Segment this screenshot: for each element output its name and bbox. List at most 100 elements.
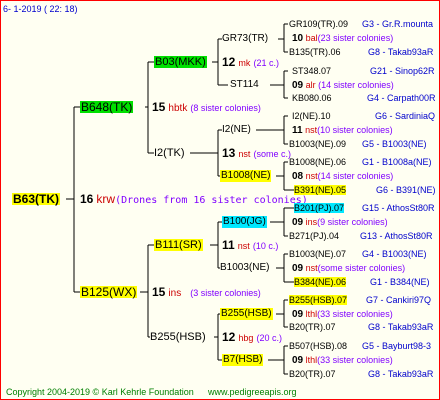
g2-note-3: (20 c.) [256, 333, 283, 343]
g4-row-5[interactable]: B1003(NE).09 [289, 138, 346, 150]
g4-code-13: G8 - Takab93aR [368, 322, 434, 332]
root-breed: krw [96, 192, 116, 206]
g4-name-15: B20(TR).07 [289, 369, 336, 379]
g3-count-2: 11 [292, 125, 303, 136]
g4-row-15[interactable]: B20(TR).07 [289, 368, 336, 380]
g3-count-7: 09 [292, 355, 304, 366]
g4-row-10[interactable]: B1003(NE).07 [289, 248, 346, 260]
g3-count-5: 09 [292, 263, 304, 274]
g3-node-3[interactable]: B1008(NE) [220, 170, 272, 182]
g3-info-5: 09 nst(some sister colonies) [292, 262, 405, 275]
g4-row-0[interactable]: GR109(TR).09 [289, 18, 348, 30]
g3-node-4[interactable]: B100(JG) [222, 216, 267, 228]
g4-name-12: B255(HSB).07 [289, 295, 348, 305]
g4-code-15: G8 - Takab93aR [368, 369, 434, 379]
root-queen[interactable]: B63(TK) [12, 193, 61, 205]
g4-row-13[interactable]: B20(TR).07 [289, 321, 336, 333]
g1-node-0[interactable]: B648(TK) [80, 101, 134, 113]
footer-copyright: Copyright 2004-2019 © Karl Kehrle Founda… [6, 387, 194, 397]
g2-breed-2: nst [237, 241, 250, 251]
g4-code-2: G21 - Sinop62R [370, 66, 435, 76]
g3-breed-1: alr [305, 80, 316, 90]
g4-name-6: B1008(NE).06 [289, 157, 347, 167]
g4-code-5: G5 - B1003(NE) [362, 139, 427, 149]
g2-info-0: 12 mk (21 c.) [222, 56, 279, 69]
g3-note-0: (23 sister colonies) [317, 33, 394, 43]
g2-count-2: 11 [222, 238, 235, 252]
g2-node-2[interactable]: B111(SR) [154, 239, 203, 251]
g4-code-12: G7 - Cankiri97Q [366, 295, 432, 305]
g1-count-1: 15 [152, 285, 166, 299]
g4-row-6[interactable]: B1008(NE).06 [289, 156, 346, 168]
g1-note-1: (3 sister colonies) [190, 288, 261, 298]
g1-note-0: (8 sister colonies) [190, 103, 261, 113]
g3-breed-0: bal [305, 33, 318, 43]
g3-node-7[interactable]: B7(HSB) [222, 354, 264, 366]
g4-code-11: G1 - B384(NE) [370, 277, 430, 287]
g4-code-4: G6 - SardiniaQ [375, 111, 436, 121]
g3-note-1: (14 sister colonies) [318, 80, 394, 90]
g4-name-11: B384(NE).06 [294, 277, 347, 287]
g4-row-14[interactable]: B507(HSB).08 [289, 340, 347, 352]
g3-count-6: 09 [292, 309, 304, 320]
g3-node-6[interactable]: B255(HSB) [220, 308, 273, 320]
g1-info-1: 15 ins (3 sister colonies) [152, 286, 261, 300]
g3-note-3: (14 sister colonies) [317, 171, 394, 181]
g3-info-1: 09 alr (14 sister colonies) [292, 79, 394, 92]
g4-name-3: KB080.06 [292, 93, 332, 103]
g1-node-1[interactable]: B125(WX) [80, 286, 138, 298]
g3-breed-5: nst [305, 263, 318, 273]
g3-node-1[interactable]: ST114 [230, 79, 259, 91]
g2-node-0[interactable]: B03(MKK) [154, 56, 207, 68]
g4-code-1: G8 - Takab93aR [368, 47, 434, 57]
g3-note-7: (33 sister colonies) [317, 355, 393, 365]
g4-row-3[interactable]: KB080.06 [292, 92, 332, 104]
g4-name-14: B507(HSB).08 [289, 341, 348, 351]
g3-note-2: (10 sister colonies) [317, 125, 393, 135]
g3-breed-3: nst [305, 171, 318, 181]
g4-name-1: B135(TR).06 [289, 47, 341, 57]
g4-row-2[interactable]: ST348.07 [292, 65, 331, 77]
g1-breed-1: ins [168, 288, 182, 299]
g2-node-1[interactable]: I2(TK) [154, 147, 185, 159]
g3-info-4: 09 ins(9 sister colonies) [292, 216, 388, 229]
g3-info-0: 10 bal(23 sister colonies) [292, 32, 393, 45]
g2-note-0: (21 c.) [253, 58, 279, 68]
g4-name-5: B1003(NE).09 [289, 139, 347, 149]
g4-row-4[interactable]: I2(NE).10 [292, 110, 331, 122]
g4-row-12[interactable]: B255(HSB).07 [289, 294, 348, 306]
g2-info-1: 13 nst (some c.) [222, 147, 291, 160]
g4-name-9: B271(PJ).04 [289, 231, 340, 241]
g4-code-3: G4 - Carpath00R [367, 93, 436, 103]
g3-breed-6: lthl [305, 309, 318, 319]
g4-code-0: G3 - Gr.R.mounta [362, 19, 434, 29]
g4-name-13: B20(TR).07 [289, 322, 336, 332]
g3-node-5[interactable]: B1003(NE) [220, 262, 269, 274]
g1-count-0: 15 [152, 100, 166, 114]
g3-breed-7: lthl [305, 355, 318, 365]
g2-info-3: 12 hbg (20 c.) [222, 331, 282, 344]
header-date: 6- 1-2019 ( 22: 18) [3, 4, 78, 14]
footer-site-link[interactable]: www.pedigreeapis.org [208, 386, 297, 398]
g2-node-3[interactable]: B255(HSB) [150, 331, 206, 343]
g4-row-9[interactable]: B271(PJ).04 [289, 230, 339, 242]
g2-breed-3: hbg [238, 333, 254, 343]
g1-breed-0: hbtk [168, 103, 188, 114]
g4-code-9: G13 - AthosSt80R [360, 231, 433, 241]
g4-row-1[interactable]: B135(TR).06 [289, 46, 341, 58]
g2-count-3: 12 [222, 330, 236, 344]
g3-note-4: (9 sister colonies) [317, 217, 388, 227]
g3-breed-4: ins [305, 217, 318, 227]
g3-count-1: 09 [292, 80, 304, 91]
root-mating-info: 16 krw(Drones from 16 sister colonies) [80, 193, 308, 207]
g3-info-2: 11 nst(10 sister colonies) [292, 124, 393, 137]
g4-row-11[interactable]: B384(NE).06 [294, 276, 347, 288]
g4-name-4: I2(NE).10 [292, 111, 331, 121]
g4-name-8: B201(PJ).07 [294, 203, 345, 213]
g3-node-2[interactable]: I2(NE) [222, 124, 251, 136]
root-count: 16 [80, 192, 94, 206]
g3-node-0[interactable]: GR73(TR) [222, 33, 268, 45]
g4-row-7[interactable]: B391(NE).05 [294, 184, 347, 196]
g2-count-1: 13 [222, 146, 236, 160]
g4-row-8[interactable]: B201(PJ).07 [294, 202, 345, 214]
